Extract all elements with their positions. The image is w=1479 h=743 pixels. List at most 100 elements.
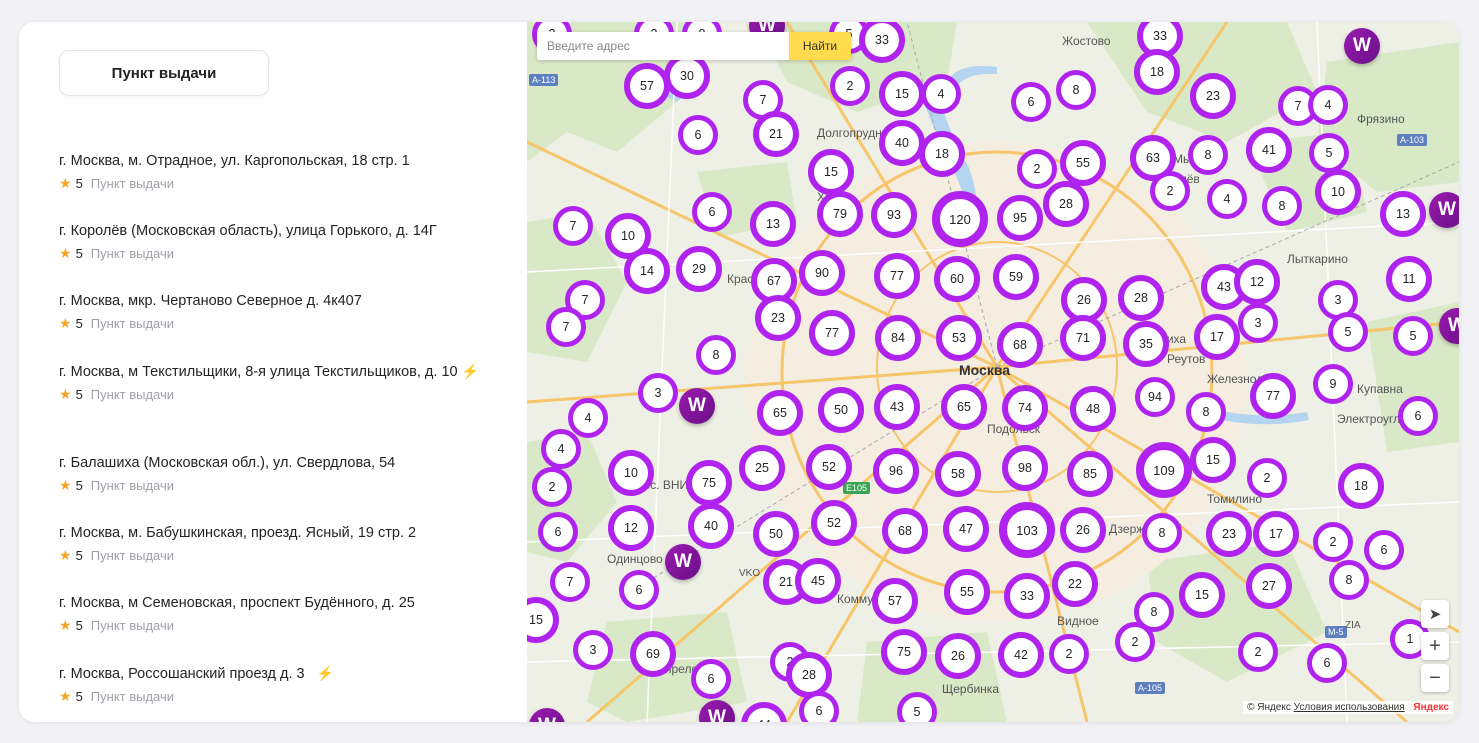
pickup-cluster[interactable]: 57	[624, 63, 670, 109]
pickup-cluster[interactable]: 11	[1386, 256, 1432, 302]
pickup-cluster[interactable]: 42	[998, 632, 1044, 678]
wb-pickup-pin[interactable]: W	[1429, 192, 1459, 228]
pickup-cluster[interactable]: 43	[874, 384, 920, 430]
pickup-cluster[interactable]: 4	[1207, 179, 1247, 219]
pickup-item[interactable]: г. Москва, мкр. Чертаново Северное д. 4к…	[59, 290, 489, 360]
pickup-cluster[interactable]: 98	[1002, 445, 1048, 491]
pickup-cluster[interactable]: 10	[1315, 169, 1361, 215]
pickup-cluster[interactable]: 9	[1313, 364, 1353, 404]
pickup-cluster[interactable]: 58	[935, 451, 981, 497]
pickup-cluster[interactable]: 6	[678, 115, 718, 155]
pickup-cluster[interactable]: 13	[1380, 191, 1426, 237]
pickup-cluster[interactable]: 23	[1190, 73, 1236, 119]
pickup-cluster[interactable]: 6	[538, 512, 578, 552]
pickup-cluster[interactable]: 6	[1011, 82, 1051, 122]
wb-pickup-pin[interactable]: W	[1344, 28, 1380, 64]
pickup-cluster[interactable]: 65	[941, 384, 987, 430]
pickup-cluster[interactable]: 2	[1115, 622, 1155, 662]
pickup-cluster[interactable]: 120	[932, 191, 988, 247]
pickup-cluster[interactable]: 41	[1246, 127, 1292, 173]
pickup-cluster[interactable]: 25	[739, 445, 785, 491]
pickup-cluster[interactable]: 40	[879, 120, 925, 166]
pickup-cluster[interactable]: 4	[568, 398, 608, 438]
pickup-item[interactable]: г. Балашиха (Московская обл.), ул. Сверд…	[59, 452, 489, 522]
pickup-cluster[interactable]: 5	[1393, 316, 1433, 356]
pickup-cluster[interactable]: 8	[1142, 513, 1182, 553]
pickup-cluster[interactable]: 5	[1309, 133, 1349, 173]
pickup-cluster[interactable]: 8	[1329, 560, 1369, 600]
pickup-cluster[interactable]: 2	[1049, 634, 1089, 674]
pickup-cluster[interactable]: 77	[809, 310, 855, 356]
pickup-cluster[interactable]: 14	[624, 248, 670, 294]
pickup-cluster[interactable]: 6	[1398, 396, 1438, 436]
pickup-cluster[interactable]: 4	[541, 429, 581, 469]
pickup-cluster[interactable]: 6	[691, 659, 731, 699]
search-button[interactable]: Найти	[789, 32, 851, 60]
pickup-cluster[interactable]: 21	[753, 111, 799, 157]
pickup-cluster[interactable]: 8	[1188, 135, 1228, 175]
pickup-cluster[interactable]: 90	[799, 250, 845, 296]
pickup-cluster[interactable]: 15	[808, 149, 854, 195]
pickup-cluster[interactable]: 8	[1186, 392, 1226, 432]
pickup-cluster[interactable]: 6	[1307, 643, 1347, 683]
pickup-cluster[interactable]: 4	[1308, 85, 1348, 125]
pickup-cluster[interactable]: 68	[882, 508, 928, 554]
pickup-cluster[interactable]: 28	[1043, 181, 1089, 227]
map[interactable]: Жостово Москва Железнодор. Купавна Томилино В…	[527, 22, 1459, 722]
pickup-cluster[interactable]: 3	[573, 630, 613, 670]
pickup-cluster[interactable]: 33	[1004, 573, 1050, 619]
pickup-item[interactable]: г. Москва, м. Отрадное, ул. Каргопольска…	[59, 150, 489, 220]
address-search-input[interactable]	[537, 32, 789, 60]
pickup-cluster[interactable]: 79	[817, 191, 863, 237]
pickup-cluster[interactable]: 40	[688, 503, 734, 549]
pickup-cluster[interactable]: 5	[1328, 312, 1368, 352]
pickup-cluster[interactable]: 23	[1206, 511, 1252, 557]
pickup-cluster[interactable]: 53	[936, 315, 982, 361]
pickup-cluster[interactable]: 59	[993, 254, 1039, 300]
pickup-cluster[interactable]: 57	[872, 578, 918, 624]
pickup-item[interactable]: г. Москва, м Текстильщики, 8-я улица Тек…	[59, 360, 489, 452]
pickup-cluster[interactable]: 17	[1194, 314, 1240, 360]
pickup-cluster[interactable]: 50	[753, 511, 799, 557]
pickup-cluster[interactable]: 26	[935, 633, 981, 679]
pickup-cluster[interactable]: 55	[944, 569, 990, 615]
pickup-cluster[interactable]: 52	[811, 500, 857, 546]
pickup-cluster[interactable]: 2	[830, 66, 870, 106]
pickup-cluster[interactable]: 65	[757, 390, 803, 436]
pickup-cluster[interactable]: 35	[1123, 321, 1169, 367]
pickup-cluster[interactable]: 28	[1118, 275, 1164, 321]
pickup-cluster[interactable]: 47	[943, 506, 989, 552]
pickup-cluster[interactable]: 48	[1070, 386, 1116, 432]
pickup-cluster[interactable]: 29	[676, 246, 722, 292]
pickup-cluster[interactable]: 71	[1060, 315, 1106, 361]
pickup-cluster[interactable]: 68	[997, 322, 1043, 368]
pickup-item[interactable]: г. Москва, Россошанский проезд д. 3 ⚡ ★ 5 Пу…	[59, 662, 489, 722]
pickup-cluster[interactable]: 4	[921, 74, 961, 114]
pickup-cluster[interactable]: 55	[1060, 140, 1106, 186]
pickup-cluster[interactable]: 103	[999, 502, 1055, 558]
pickup-cluster[interactable]: 18	[1338, 463, 1384, 509]
pickup-cluster[interactable]: 75	[881, 629, 927, 675]
pickup-cluster[interactable]: 7	[553, 206, 593, 246]
pickup-cluster[interactable]: 8	[1262, 186, 1302, 226]
pickup-cluster[interactable]: 2	[1017, 149, 1057, 189]
pickup-cluster[interactable]: 10	[608, 450, 654, 496]
pickup-cluster[interactable]: 74	[1002, 385, 1048, 431]
pickup-cluster[interactable]: 12	[608, 505, 654, 551]
pickup-cluster[interactable]: 17	[1253, 511, 1299, 557]
pickup-cluster[interactable]: 60	[934, 256, 980, 302]
pickup-cluster[interactable]: 12	[1234, 259, 1280, 305]
pickup-cluster[interactable]: 6	[619, 570, 659, 610]
pickup-cluster[interactable]: 2	[1238, 632, 1278, 672]
pickup-cluster[interactable]: 7	[546, 307, 586, 347]
pickup-cluster[interactable]: 15	[1190, 437, 1236, 483]
geolocation-button[interactable]: ➤	[1421, 600, 1449, 628]
pickup-cluster[interactable]: 8	[1056, 70, 1096, 110]
pickup-cluster[interactable]: 23	[755, 295, 801, 341]
pickup-cluster[interactable]: 95	[997, 195, 1043, 241]
pickup-cluster[interactable]: 18	[1134, 49, 1180, 95]
wb-pickup-pin[interactable]: W	[665, 544, 701, 580]
pickup-cluster[interactable]: 8	[696, 335, 736, 375]
pickup-cluster[interactable]: 94	[1135, 377, 1175, 417]
pickup-cluster[interactable]: 85	[1067, 451, 1113, 497]
